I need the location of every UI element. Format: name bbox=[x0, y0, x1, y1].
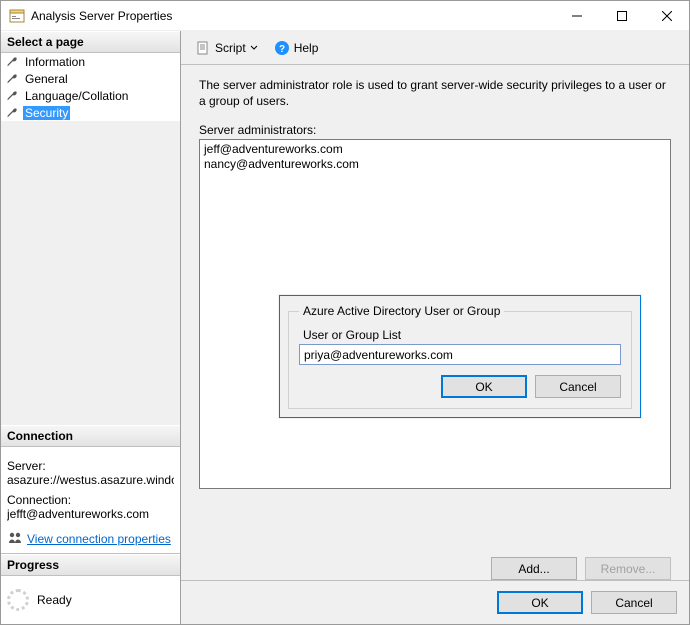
page-label: Language/Collation bbox=[23, 89, 130, 103]
close-button[interactable] bbox=[644, 1, 689, 31]
page-label: Security bbox=[23, 106, 70, 120]
progress-header: Progress bbox=[1, 554, 180, 576]
script-icon bbox=[195, 40, 211, 56]
dialog-cancel-button[interactable]: Cancel bbox=[535, 375, 621, 398]
cancel-button[interactable]: Cancel bbox=[591, 591, 677, 614]
chevron-down-icon bbox=[250, 44, 258, 52]
wrench-icon bbox=[5, 72, 19, 86]
right-panel: Script ? Help The server administrator r… bbox=[181, 31, 689, 624]
script-label: Script bbox=[215, 41, 246, 55]
select-page-header: Select a page bbox=[1, 31, 180, 53]
progress-spinner-icon bbox=[7, 589, 29, 611]
progress-status: Ready bbox=[37, 593, 72, 607]
page-list: Information General Language/Collation S… bbox=[1, 53, 180, 121]
description-text: The server administrator role is used to… bbox=[199, 77, 671, 109]
minimize-button[interactable] bbox=[554, 1, 599, 31]
page-item-information[interactable]: Information bbox=[1, 53, 180, 70]
help-label: Help bbox=[294, 41, 319, 55]
page-item-general[interactable]: General bbox=[1, 70, 180, 87]
dialog-group-title: Azure Active Directory User or Group bbox=[299, 304, 504, 318]
wrench-icon bbox=[5, 89, 19, 103]
view-connection-properties-link[interactable]: View connection properties bbox=[27, 532, 171, 546]
toolbar: Script ? Help bbox=[181, 31, 689, 65]
connection-section: Server: asazure://westus.asazure.windows… bbox=[1, 447, 180, 554]
svg-text:?: ? bbox=[279, 44, 285, 55]
dialog-footer: OK Cancel bbox=[181, 580, 689, 624]
content-area: The server administrator role is used to… bbox=[181, 65, 689, 549]
list-item[interactable]: jeff@adventureworks.com bbox=[204, 142, 666, 157]
aad-user-group-dialog: Azure Active Directory User or Group Use… bbox=[279, 295, 641, 418]
help-button[interactable]: ? Help bbox=[268, 36, 325, 60]
page-item-language-collation[interactable]: Language/Collation bbox=[1, 87, 180, 104]
connection-properties-icon bbox=[7, 531, 23, 547]
page-label: General bbox=[23, 72, 70, 86]
page-label: Information bbox=[23, 55, 87, 69]
connection-value: jefft@adventureworks.com bbox=[7, 507, 174, 521]
connection-label: Connection: bbox=[7, 493, 174, 507]
progress-section: Ready bbox=[1, 576, 180, 624]
add-button[interactable]: Add... bbox=[491, 557, 577, 580]
remove-button[interactable]: Remove... bbox=[585, 557, 671, 580]
server-value: asazure://westus.asazure.windows bbox=[7, 473, 174, 487]
properties-icon bbox=[9, 8, 25, 24]
ok-button[interactable]: OK bbox=[497, 591, 583, 614]
wrench-icon bbox=[5, 106, 19, 120]
script-button[interactable]: Script bbox=[189, 36, 264, 60]
list-buttons-row: Add... Remove... bbox=[181, 549, 689, 580]
user-group-list-label: User or Group List bbox=[303, 328, 621, 342]
titlebar: Analysis Server Properties bbox=[1, 1, 689, 31]
left-panel: Select a page Information General Langua… bbox=[1, 31, 181, 624]
user-group-list-input[interactable] bbox=[299, 344, 621, 365]
window-title: Analysis Server Properties bbox=[31, 9, 554, 23]
dialog-window: Analysis Server Properties Select a page… bbox=[0, 0, 690, 625]
server-label: Server: bbox=[7, 459, 174, 473]
help-icon: ? bbox=[274, 40, 290, 56]
list-item[interactable]: nancy@adventureworks.com bbox=[204, 157, 666, 172]
dialog-ok-button[interactable]: OK bbox=[441, 375, 527, 398]
admins-label: Server administrators: bbox=[199, 123, 671, 137]
dialog-fieldset: Azure Active Directory User or Group Use… bbox=[288, 304, 632, 409]
page-item-security[interactable]: Security bbox=[1, 104, 180, 121]
wrench-icon bbox=[5, 55, 19, 69]
maximize-button[interactable] bbox=[599, 1, 644, 31]
connection-header: Connection bbox=[1, 425, 180, 447]
